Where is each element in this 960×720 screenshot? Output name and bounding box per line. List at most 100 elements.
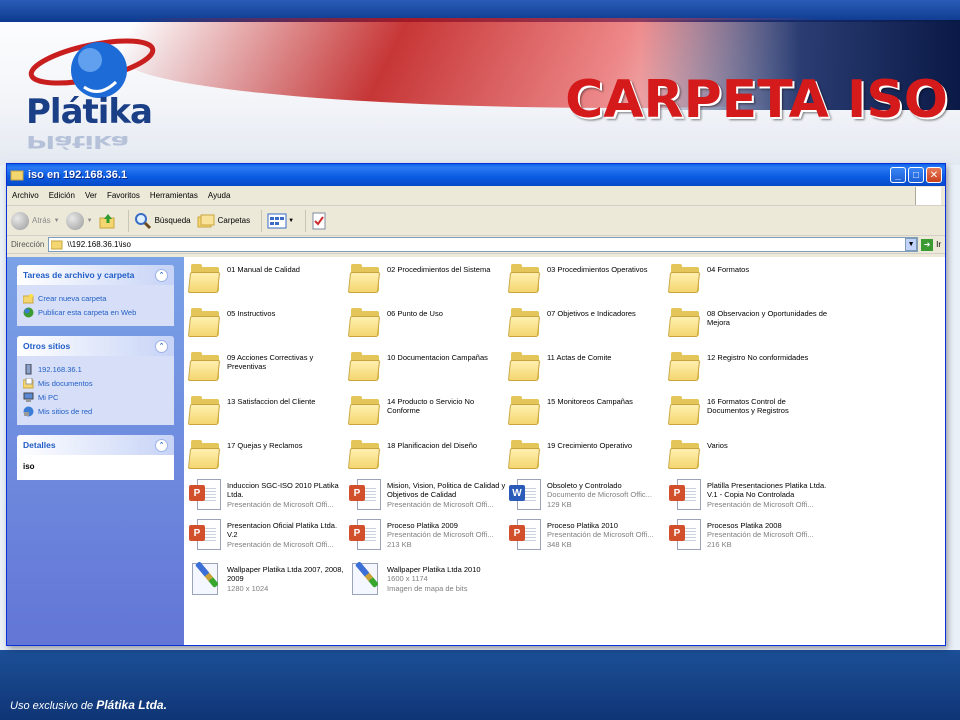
folder-item[interactable]: 03 Procedimientos Operativos [507, 263, 669, 295]
folders-button[interactable]: Carpetas [197, 212, 250, 230]
folder-icon [507, 351, 543, 383]
views-button[interactable]: ▼ [267, 213, 294, 229]
back-button[interactable]: Atrás ▼ [11, 211, 60, 230]
folder-icon [667, 307, 703, 339]
place-network[interactable]: Mis sitios de red [23, 406, 168, 417]
folder-item[interactable]: 18 Planificacion del Diseño [347, 439, 509, 471]
place-my-documents[interactable]: Mis documentos [23, 378, 168, 389]
folder-item[interactable]: 08 Observacion y Oportunidades de Mejora [667, 307, 829, 339]
folder-item[interactable]: 02 Procedimientos del Sistema [347, 263, 509, 295]
search-icon [134, 212, 151, 229]
file-item[interactable]: P Mision, Vision, Politica de Calidad y O… [349, 479, 509, 511]
title-bar[interactable]: iso en 192.168.36.1 _ □ ✕ [7, 164, 945, 186]
go-button[interactable]: ➜ Ir [921, 238, 941, 251]
folder-item[interactable]: 15 Monitoreos Campañas [507, 395, 669, 427]
item-text: 08 Observacion y Oportunidades de Mejora [707, 307, 829, 328]
details-header[interactable]: Detalles ⌃ [17, 435, 174, 455]
menu-ayuda[interactable]: Ayuda [203, 191, 236, 200]
folder-item[interactable]: 07 Objetivos e Indicadores [507, 307, 669, 339]
item-text: 11 Actas de Comite [547, 351, 611, 362]
my-documents-icon [23, 378, 34, 389]
folder-icon [347, 351, 383, 383]
collapse-icon[interactable]: ⌃ [155, 438, 168, 452]
item-size: 216 KB [707, 539, 732, 549]
file-item[interactable]: Wallpaper Platika Ltda 2007, 2008, 2009 1… [189, 561, 349, 595]
network-computer-icon [25, 364, 32, 375]
address-dropdown[interactable]: ▼ [905, 238, 918, 251]
tasks-panel-header[interactable]: Tareas de archivo y carpeta ⌃ [17, 265, 174, 285]
item-name: Wallpaper Platika Ltda 2007, 2008, 2009 [227, 565, 344, 584]
folder-item[interactable]: 17 Quejas y Reclamos [187, 439, 349, 471]
task-new-folder[interactable]: Crear nueva carpeta [23, 293, 168, 304]
folder-item[interactable]: 14 Producto o Servicio No Conforme [347, 395, 509, 427]
tasks-panel: Tareas de archivo y carpeta ⌃ Crear nuev… [17, 265, 174, 326]
explorer-body: Tareas de archivo y carpeta ⌃ Crear nuev… [7, 257, 945, 645]
file-item[interactable]: P Procesos Platika 2008 Presentación de Mi… [669, 519, 829, 551]
close-button[interactable]: ✕ [926, 167, 942, 183]
folder-item[interactable]: 16 Formatos Control de Documentos y Regi… [667, 395, 829, 427]
item-name: 13 Satisfaccion del Cliente [227, 397, 316, 406]
place-label: Mis documentos [38, 379, 93, 388]
toolbar-separator [261, 209, 263, 232]
item-text: 09 Acciones Correctivas y Preventivas [227, 351, 349, 372]
other-places-header[interactable]: Otros sitios ⌃ [17, 336, 174, 356]
other-places-panel: Otros sitios ⌃ 192.168.36.1 Mis document… [17, 336, 174, 425]
place-my-pc[interactable]: Mi PC [23, 392, 168, 403]
file-item[interactable]: P Induccion SGC-ISO 2010 PLatika Ltda. Pre… [189, 479, 349, 511]
menu-favoritos[interactable]: Favoritos [102, 191, 145, 200]
item-text: Platilla Presentaciones Platika Ltda. V.… [707, 479, 829, 509]
folder-item[interactable]: 09 Acciones Correctivas y Preventivas [187, 351, 349, 383]
folder-icon [667, 263, 703, 295]
folder-item[interactable]: 10 Documentacion Campañas [347, 351, 509, 383]
bitmap-image-icon [349, 561, 383, 595]
collapse-icon[interactable]: ⌃ [155, 268, 168, 282]
task-pane: Tareas de archivo y carpeta ⌃ Crear nuev… [7, 257, 184, 645]
folder-item[interactable]: 12 Registro No conformidades [667, 351, 829, 383]
place-server[interactable]: 192.168.36.1 [23, 364, 168, 375]
file-item[interactable]: P Presentacion Oficial Platika Ltda. V.2 P… [189, 519, 349, 551]
folder-item[interactable]: 19 Crecimiento Operativo [507, 439, 669, 471]
menu-herramientas[interactable]: Herramientas [145, 191, 203, 200]
folder-icon [507, 307, 543, 339]
task-publish-web[interactable]: Publicar esta carpeta en Web [23, 307, 168, 318]
forward-button[interactable]: ▼ [65, 211, 93, 230]
folder-icon [507, 395, 543, 427]
address-input[interactable]: \\192.168.36.1\iso [48, 237, 919, 252]
word-document-icon: W [509, 479, 543, 511]
checklist-button[interactable] [311, 212, 327, 230]
maximize-button[interactable]: □ [908, 167, 924, 183]
up-folder-button[interactable] [99, 212, 117, 230]
folder-item[interactable]: 05 Instructivos [187, 307, 349, 339]
item-name: Platilla Presentaciones Platika Ltda. V.… [707, 481, 827, 500]
file-item[interactable]: Wallpaper Platika Ltda 2010 1600 x 1174 Im… [349, 561, 509, 595]
toolbar: Atrás ▼ ▼ Búsqueda Carpetas ▼ [7, 206, 945, 236]
file-item[interactable]: P Platilla Presentaciones Platika Ltda. V… [669, 479, 829, 511]
network-folder-icon [51, 240, 63, 250]
folder-item[interactable]: 01 Manual de Calidad [187, 263, 349, 295]
search-button[interactable]: Búsqueda [134, 212, 191, 230]
folder-item[interactable]: 06 Punto de Uso [347, 307, 509, 339]
menu-ver[interactable]: Ver [80, 191, 102, 200]
folder-item[interactable]: Varios [667, 439, 829, 471]
collapse-icon[interactable]: ⌃ [155, 339, 168, 353]
menu-archivo[interactable]: Archivo [7, 191, 44, 200]
minimize-button[interactable]: _ [890, 167, 906, 183]
file-item[interactable]: P Proceso Platika 2009 Presentación de Mic… [349, 519, 509, 551]
menu-edicion[interactable]: Edición [44, 191, 80, 200]
powerpoint-icon: P [509, 519, 543, 551]
item-type: Presentación de Microsoft Offi... [387, 530, 494, 540]
item-text: 16 Formatos Control de Documentos y Regi… [707, 395, 829, 416]
place-label: Mi PC [38, 393, 59, 402]
search-label: Búsqueda [154, 216, 191, 225]
file-item[interactable]: P Proceso Platika 2010 Presentación de Mic… [509, 519, 669, 551]
chevron-down-icon: ▼ [53, 217, 60, 224]
place-label: Mis sitios de red [38, 407, 93, 416]
item-name: 12 Registro No conformidades [707, 353, 809, 362]
powerpoint-icon: P [349, 519, 383, 551]
logo-reflection: Plátika [26, 131, 129, 152]
folder-item[interactable]: 13 Satisfaccion del Cliente [187, 395, 349, 427]
folder-icon [187, 439, 223, 471]
folder-item[interactable]: 04 Formatos [667, 263, 829, 295]
file-item[interactable]: W Obsoleto y Controlado Documento de Micro… [509, 479, 669, 511]
folder-item[interactable]: 11 Actas de Comite [507, 351, 669, 383]
